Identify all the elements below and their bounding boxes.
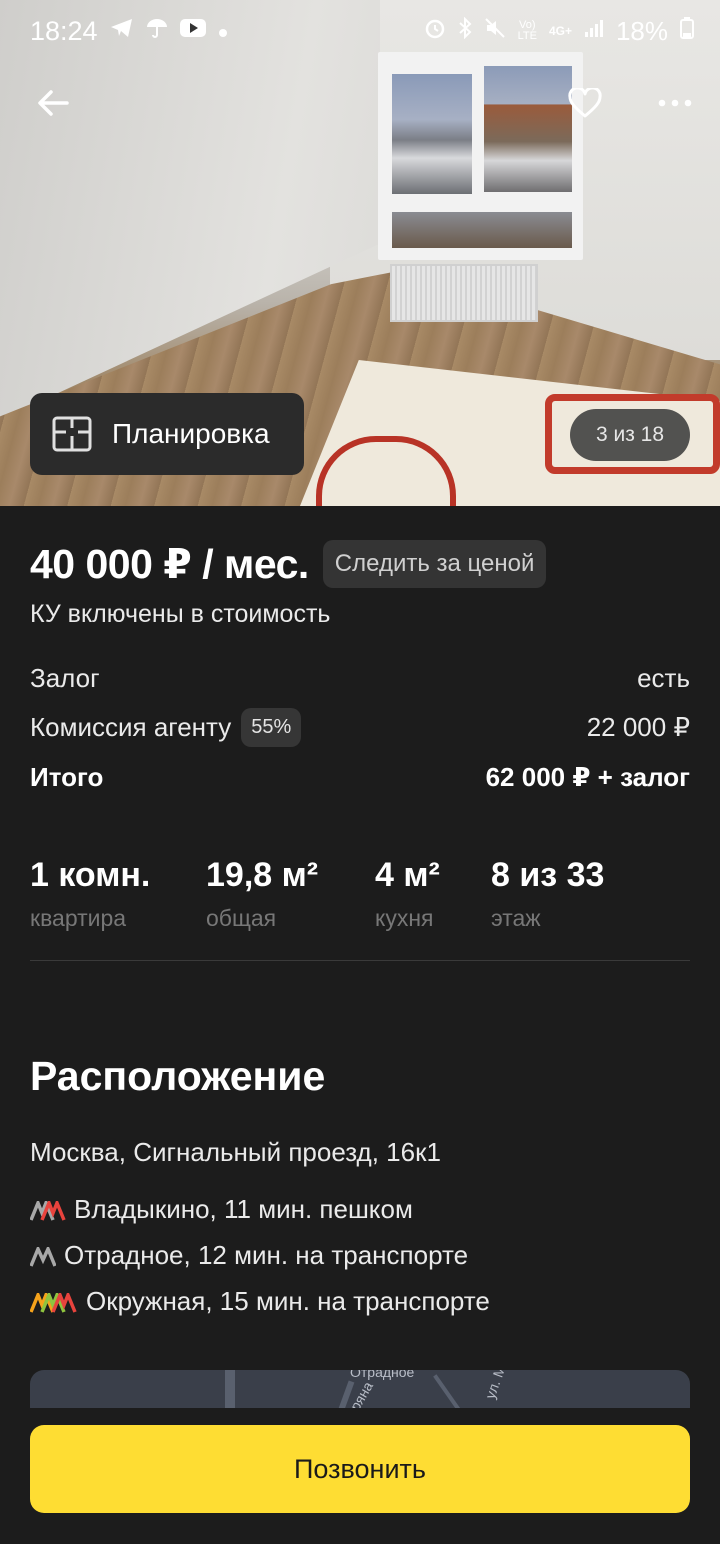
deposit-value: есть	[637, 663, 690, 693]
map-label: ул. М	[481, 1370, 509, 1401]
metro-text: Отрадное, 12 мин. на транспорте	[64, 1240, 469, 1270]
spec-total-area: 19,8 м² общая	[206, 856, 375, 932]
spec-value: 19,8 м²	[206, 856, 319, 894]
metro-icon	[30, 1199, 66, 1221]
metro-text: Владыкино, 11 мин. пешком	[74, 1194, 413, 1224]
telegram-icon	[110, 17, 134, 45]
status-bar: 18:24 Vo) LTE 4G+ 18%	[0, 0, 720, 62]
spec-floor: 8 из 33 этаж	[491, 856, 604, 932]
spec-value: 4 м²	[375, 856, 440, 894]
umbrella-icon	[146, 17, 168, 45]
utilities-note: КУ включены в стоимость	[30, 600, 331, 628]
deposit-row: Залог есть	[30, 663, 690, 694]
location-title: Расположение	[30, 1053, 326, 1099]
spec-value: 8 из 33	[491, 856, 605, 894]
floor-plan-label: Планировка	[112, 418, 270, 449]
4g-icon: 4G+	[548, 24, 572, 38]
battery-icon	[680, 17, 694, 45]
battery-percent: 18%	[615, 15, 668, 46]
metro-station: Владыкино, 11 мин. пешком	[30, 1194, 413, 1225]
metro-station: Отрадное, 12 мин. на транспорте	[30, 1240, 468, 1271]
mute-icon	[484, 17, 506, 45]
spec-value: 1 комн.	[30, 856, 151, 894]
total-label: Итого	[30, 762, 104, 792]
favorite-button[interactable]	[560, 78, 610, 128]
track-price-button[interactable]: Следить за ценой	[322, 540, 547, 588]
photo-counter: 3 из 18	[570, 409, 690, 461]
specs-row: 1 комн. квартира 19,8 м² общая 4 м² кухн…	[30, 856, 604, 932]
heart-icon	[568, 88, 602, 118]
youtube-icon	[179, 18, 206, 44]
more-options-button[interactable]	[650, 78, 700, 128]
spec-kitchen-area: 4 м² кухня	[375, 856, 491, 932]
commission-label-wrap: Комиссия агенту 55%	[30, 708, 302, 747]
address[interactable]: Москва, Сигнальный проезд, 16к1	[30, 1137, 441, 1168]
total-row: Итого 62 000 ₽ + залог	[30, 762, 690, 793]
back-button[interactable]	[28, 78, 78, 128]
commission-value: 22 000 ₽	[586, 712, 690, 742]
metro-text: Окружная, 15 мин. на транспорте	[86, 1286, 490, 1316]
status-time: 18:24	[30, 15, 98, 46]
signal-icon	[584, 18, 604, 44]
metro-station: Окружная, 15 мин. на транспорте	[30, 1286, 490, 1317]
photo-window	[378, 52, 583, 260]
dot-icon	[218, 18, 228, 44]
metro-icon	[30, 1245, 56, 1267]
spec-label: этаж	[491, 905, 541, 931]
volte-icon: Vo) LTE	[517, 19, 537, 42]
bluetooth-icon	[458, 16, 472, 45]
metro-icon	[30, 1291, 78, 1313]
call-button[interactable]: Позвонить	[30, 1425, 690, 1513]
spec-label: кухня	[375, 905, 434, 931]
commission-percent-badge: 55%	[241, 708, 302, 747]
alarm-icon	[424, 17, 446, 45]
photo-radiator	[390, 264, 538, 322]
spec-label: квартира	[30, 905, 127, 931]
divider	[30, 960, 690, 961]
price: 40 000 ₽ / мес.	[30, 541, 309, 587]
commission-row: Комиссия агенту 55% 22 000 ₽	[30, 708, 690, 747]
commission-label: Комиссия агенту	[30, 712, 232, 742]
more-dots-icon	[658, 99, 692, 107]
deposit-label: Залог	[30, 663, 100, 693]
price-row: 40 000 ₽ / мес. Следить за ценой	[30, 540, 547, 588]
total-value: 62 000 ₽ + залог	[485, 762, 690, 792]
floor-plan-button[interactable]: Планировка	[30, 393, 304, 475]
map-label: Отрадное	[350, 1370, 415, 1380]
spec-label: общая	[206, 905, 277, 931]
spec-rooms: 1 комн. квартира	[30, 856, 206, 932]
arrow-left-icon	[38, 90, 69, 116]
floor-plan-icon	[52, 416, 92, 452]
